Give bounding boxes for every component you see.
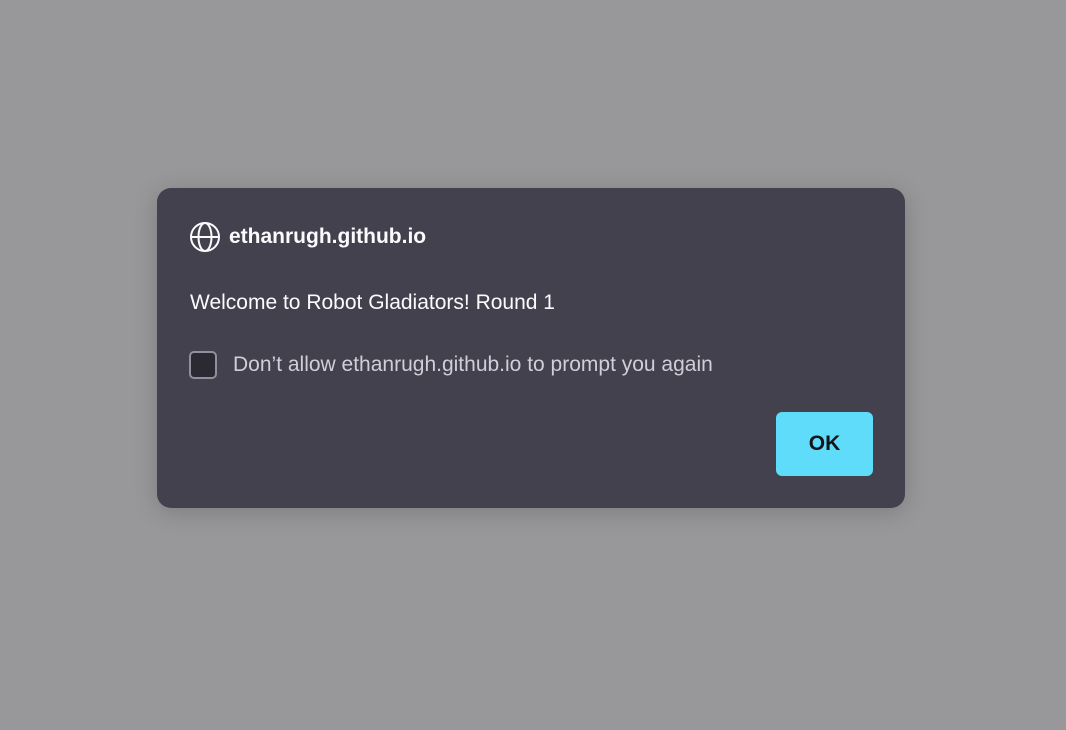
suppress-prompts-checkbox[interactable] [189,351,217,379]
suppress-prompts-label[interactable]: Don’t allow ethanrugh.github.io to promp… [233,350,713,380]
ok-button[interactable]: OK [776,412,873,476]
globe-icon [189,221,221,253]
dialog-message: Welcome to Robot Gladiators! Round 1 [190,291,555,314]
dialog-origin: ethanrugh.github.io [229,225,427,248]
suppress-prompts-option[interactable]: Don’t allow ethanrugh.github.io to promp… [189,350,713,380]
dialog-origin-header: ethanrugh.github.io [189,221,426,253]
alert-dialog: ethanrugh.github.io Welcome to Robot Gla… [157,188,905,508]
